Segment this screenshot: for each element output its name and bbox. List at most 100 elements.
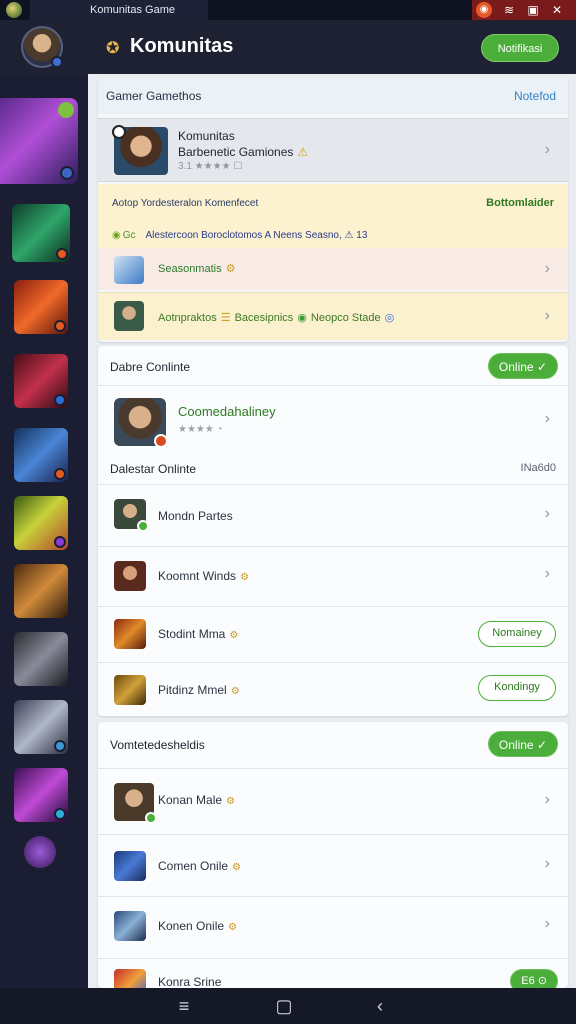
chevron-right-icon[interactable]: › (545, 791, 550, 809)
chevron-right-icon[interactable]: › (545, 260, 550, 278)
list-item[interactable]: Pitdinz Mmel ⚙ Kondingy (98, 662, 568, 716)
status-badge (154, 434, 168, 448)
featured-subtitle-text: Barbenetic Gamiones (178, 145, 294, 159)
featured-row[interactable]: Komunitas Barbenetic Gamiones ⚠ 3.1 ★★★★ … (98, 118, 568, 182)
activity-a: Aotnpraktos (158, 312, 217, 324)
sidebar-game-11[interactable] (24, 836, 56, 868)
activity-row[interactable]: Aotnpraktos ☰ Bacesipnics ◉ Neopco Stade ◎ › (98, 292, 568, 340)
sidebar-game-1[interactable] (0, 98, 78, 184)
list-item-label: Pitdinz Mmel ⚙ (158, 683, 240, 697)
wifi-icon[interactable]: ≋ (500, 1, 518, 19)
join-button[interactable]: Nomainey (478, 621, 556, 647)
season-label-text: Seasonmatis (158, 263, 222, 275)
sidebar-game-8[interactable] (14, 632, 68, 686)
chevron-right-icon[interactable]: › (545, 141, 550, 159)
featured-subtitle: Barbenetic Gamiones ⚠ (178, 145, 308, 159)
brand-title: Komunitas (130, 35, 234, 57)
activity-b: Bacesipnics (234, 312, 294, 324)
online-card: Dabre Conlinte Online ✓ Coomedahaliney ★… (98, 346, 568, 716)
online-status-button[interactable]: Online ✓ (487, 353, 558, 379)
maximize-icon[interactable]: ▣ (524, 1, 542, 19)
join-button[interactable]: Kondingy (478, 675, 556, 701)
sidebar-game-4[interactable] (14, 354, 68, 408)
list-item[interactable]: Mondn Partes › (98, 484, 568, 546)
list-item-text: Comen Onile (158, 859, 229, 873)
chevron-right-icon[interactable]: › (545, 410, 550, 428)
game-sidebar (0, 74, 88, 988)
season-row[interactable]: Seasonmatis ⚙ › (98, 248, 568, 290)
activity-avatar (114, 301, 144, 331)
status-pill[interactable]: E6 ⊙ (510, 969, 558, 988)
list-item-text: Mondn Partes (158, 509, 233, 523)
status-badge (54, 320, 66, 332)
gear-icon: ⚙ (230, 686, 240, 697)
gear-icon: ⚙ (229, 630, 239, 641)
status-dot-icon: ◉ (297, 312, 307, 324)
gear-icon: ⚙ (225, 263, 236, 275)
list-item[interactable]: Konra Srine E6 ⊙ (98, 958, 568, 988)
member-name: Coomedahaliney (178, 404, 276, 419)
card-title: Dabre Conlinte (110, 360, 191, 374)
list-item-text: Konen Onile (158, 919, 225, 933)
member-avatar (114, 499, 149, 532)
chevron-right-icon[interactable]: › (545, 505, 550, 523)
gear-icon: ⚙ (232, 862, 241, 873)
online-indicator (51, 56, 63, 68)
notifications-button[interactable]: Notifikasi (481, 34, 559, 62)
coin-icon: ◉ (112, 230, 121, 241)
sidebar-game-6[interactable] (14, 496, 68, 550)
sidebar-game-7[interactable] (14, 564, 68, 618)
notification-icon[interactable]: ◉ (476, 2, 492, 18)
members-card: Vomtetedesheldis Online ✓ Konan Male ⚙ › … (98, 722, 568, 988)
chevron-right-icon[interactable]: › (545, 855, 550, 873)
notice-badge[interactable]: Bottomlaider (486, 197, 554, 209)
chevron-right-icon[interactable]: › (545, 307, 550, 325)
list-item[interactable]: Konen Onile ⚙ › (98, 896, 568, 958)
game-icon (114, 851, 146, 881)
back-icon[interactable]: ‹ (368, 994, 392, 1018)
notice-title: Aotop Yordesteralon Komenfecet (112, 198, 259, 209)
list-item[interactable]: Stodint Mma ⚙ Nomainey (98, 606, 568, 662)
member-avatar (114, 398, 168, 448)
card-title: Vomtetedesheldis (110, 738, 205, 752)
status-badge (56, 248, 68, 260)
status-badge (145, 812, 157, 824)
notice-tag: Gc (122, 230, 136, 241)
featured-member-row[interactable]: Coomedahaliney ★★★★ ◔ › (98, 386, 568, 456)
sidebar-game-3[interactable] (14, 280, 68, 334)
list-item[interactable]: Comen Onile ⚙ › (98, 834, 568, 896)
sidebar-game-2[interactable] (12, 204, 70, 262)
status-badge (60, 166, 74, 180)
member-avatar (114, 561, 146, 591)
section-label: Dalestar Onlinte (110, 462, 197, 476)
menu-icon[interactable]: ≡ (172, 994, 196, 1018)
status-badge (54, 740, 66, 752)
game-icon (114, 619, 146, 649)
status-badge (54, 394, 66, 406)
sidebar-game-5[interactable] (14, 428, 68, 482)
brand-logo-icon: ✪ (106, 40, 120, 57)
list-item-label: Konra Srine (158, 975, 221, 988)
list-item[interactable]: Koomnt Winds ⚙ › (98, 546, 568, 606)
close-icon[interactable]: ✕ (548, 1, 566, 19)
game-icon (114, 675, 146, 705)
activity-label: Aotnpraktos ☰ Bacesipnics ◉ Neopco Stade ◎ (158, 311, 394, 324)
member-rating: ★★★★ ◔ (178, 424, 223, 435)
sidebar-game-9[interactable] (14, 700, 68, 754)
home-icon[interactable]: ▢ (272, 994, 296, 1018)
list-item-text: Konan Male (158, 793, 223, 807)
user-avatar[interactable] (21, 26, 63, 68)
online-status-button[interactable]: Online ✓ (487, 731, 558, 757)
activity-c: Neopco Stade (310, 312, 381, 324)
notice-subtext-body: Alestercoon Boroclotomos A Neens Seasno,… (145, 230, 368, 241)
chevron-right-icon[interactable]: › (545, 565, 550, 583)
card-action-link[interactable]: Notefod (514, 89, 556, 103)
list-item[interactable]: Konan Male ⚙ › (98, 768, 568, 834)
app-icon (6, 2, 22, 18)
sidebar-game-10[interactable] (14, 768, 68, 822)
card-header: Vomtetedesheldis Online ✓ (98, 722, 568, 768)
notice-block: Aotop Yordesteralon Komenfecet Bottomlai… (98, 184, 568, 248)
chevron-right-icon[interactable]: › (545, 915, 550, 933)
game-icon (114, 911, 146, 941)
window-tab[interactable]: Komunitas Game (30, 0, 208, 20)
